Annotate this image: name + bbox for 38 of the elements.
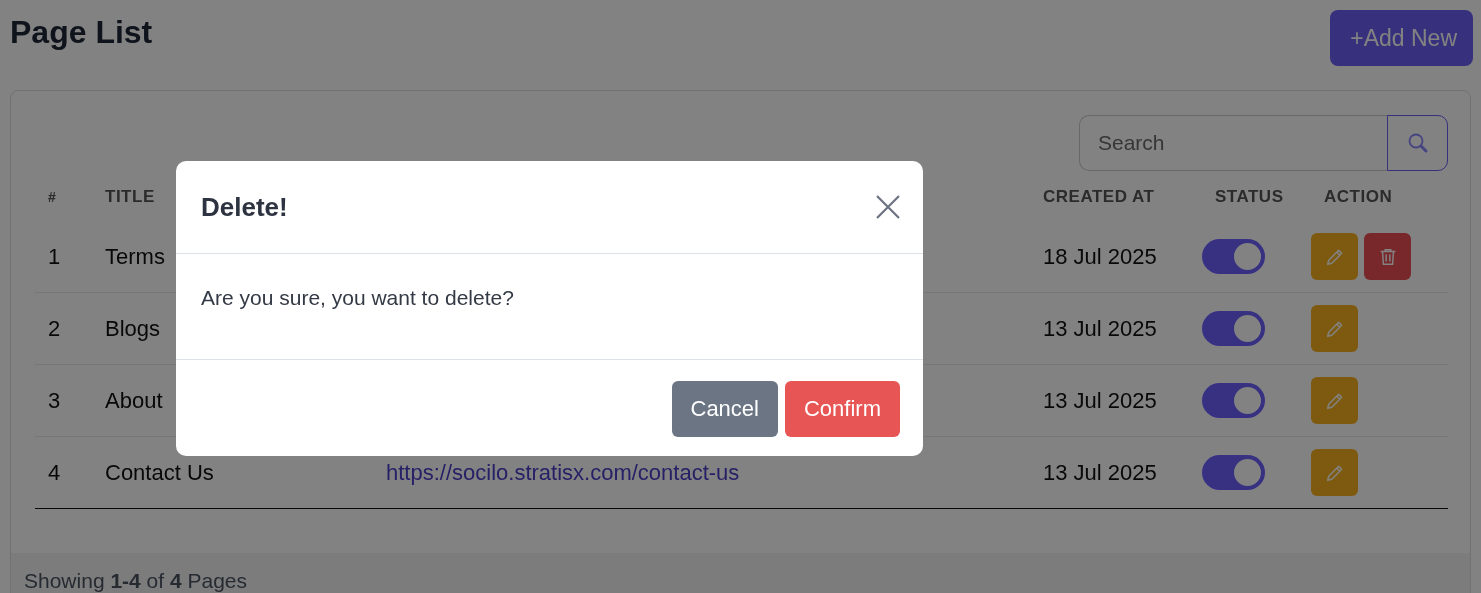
status-toggle[interactable] <box>1202 383 1265 418</box>
search-button[interactable] <box>1387 115 1448 171</box>
cancel-button[interactable]: Cancel <box>671 381 778 437</box>
edit-button[interactable] <box>1311 233 1358 280</box>
row-number: 4 <box>47 459 61 486</box>
created-date: 13 Jul 2025 <box>1042 387 1157 414</box>
column-header: # <box>47 189 57 205</box>
page-url-link[interactable]: https://socilo.stratisx.com/contact-us <box>373 459 740 486</box>
created-date: 13 Jul 2025 <box>1042 315 1157 342</box>
created-date: 18 Jul 2025 <box>1042 243 1157 270</box>
page-title-cell-text: Blogs <box>104 315 161 342</box>
page-title-cell-text: Terms <box>104 243 165 270</box>
status-toggle[interactable] <box>1202 311 1265 346</box>
dialog-message: Are you sure, you want to delete? <box>201 286 514 309</box>
status-toggle[interactable] <box>1202 455 1265 490</box>
column-header: ACTION <box>1323 187 1393 207</box>
confirm-button[interactable]: Confirm <box>785 381 900 437</box>
row-number: 2 <box>47 315 61 342</box>
row-number: 1 <box>47 243 61 270</box>
pagination-summary: Showing 1-4 of 4 Pages <box>24 569 247 593</box>
page-title: Page List <box>10 14 153 51</box>
dialog-title: Delete! <box>201 191 288 223</box>
column-header: CREATED AT <box>1042 187 1155 207</box>
close-button[interactable] <box>875 194 901 220</box>
page-title-cell-text: Contact Us <box>104 459 214 486</box>
close-icon <box>875 194 901 220</box>
column-header: TITLE <box>104 187 155 207</box>
search-field[interactable]: Search <box>1079 115 1387 171</box>
add-new-button[interactable]: +Add New <box>1330 10 1473 66</box>
edit-button[interactable] <box>1311 377 1358 424</box>
edit-button[interactable] <box>1311 305 1358 352</box>
status-toggle[interactable] <box>1202 239 1265 274</box>
column-header: STATUS <box>1214 187 1284 207</box>
page-title-cell-text: About <box>104 387 163 414</box>
row-number: 3 <box>47 387 61 414</box>
delete-button[interactable] <box>1364 233 1411 280</box>
edit-button[interactable] <box>1311 449 1358 496</box>
created-date: 13 Jul 2025 <box>1042 459 1157 486</box>
